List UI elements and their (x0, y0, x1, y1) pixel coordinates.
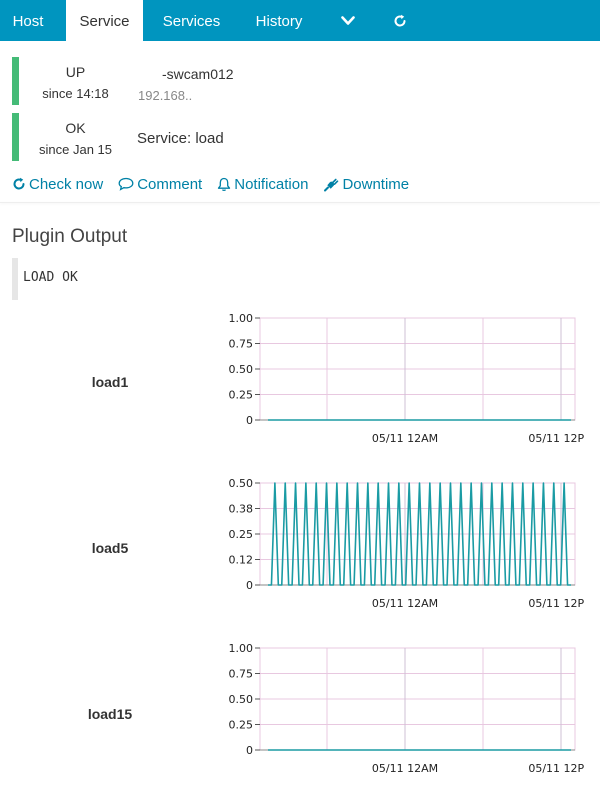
chart-load1: 0 0.25 0.50 0.75 1.00 05/11 12AM 05/11 12PM (229, 312, 586, 445)
downtime-label: Downtime (342, 175, 410, 193)
service-name: Service: load (137, 130, 224, 147)
downtime-link[interactable]: Downtime (323, 176, 409, 193)
x-tick-label: 05/11 12PM (528, 597, 585, 610)
tab-host[interactable]: Host (0, 0, 56, 41)
x-tick-label: 05/11 12PM (528, 762, 585, 775)
perfdata-label-load5: load5 (91, 540, 129, 556)
comment-icon (118, 177, 134, 191)
y-tick-label: 1.00 (229, 642, 254, 655)
perfdata-label-load1: load1 (91, 374, 129, 390)
chevron-down-icon[interactable] (334, 0, 362, 41)
x-tick-label: 05/11 12AM (372, 432, 438, 445)
y-tick-label: 1.00 (229, 312, 254, 325)
comment-label: Comment (137, 175, 203, 193)
chart-load15: 0 0.25 0.50 0.75 1.00 05/11 12AM 05/11 12PM (229, 642, 586, 775)
service-state-cell: OK since Jan 15 (19, 113, 132, 157)
plug-icon (324, 178, 339, 191)
comment-link[interactable]: Comment (118, 176, 202, 193)
plugin-output-title: Plugin Output (12, 226, 128, 247)
service-state-since: since Jan 15 (39, 142, 112, 157)
host-state-cell: UP since 14:18 (19, 57, 132, 101)
service-state: OK (65, 120, 86, 136)
plugin-output-bar (12, 258, 18, 300)
y-tick-label: 0 (246, 579, 253, 592)
host-name: -swcam012 (162, 66, 234, 82)
y-tick-label: 0.75 (229, 668, 254, 681)
x-tick-label: 05/11 12PM (528, 432, 585, 445)
tab-history[interactable]: History (246, 0, 312, 41)
y-tick-label: 0.25 (229, 528, 254, 541)
service-state-indicator (12, 113, 19, 161)
service-actions: Check now Comment Notification Downtime (12, 174, 424, 194)
host-state-row[interactable]: UP since 14:18 -swcam012 192.168.. (12, 57, 600, 105)
bell-icon (218, 177, 231, 191)
x-tick-label: 05/11 12AM (372, 597, 438, 610)
notification-link[interactable]: Notification (217, 176, 308, 193)
host-address: 192.168.. (138, 88, 193, 103)
y-tick-label: 0 (246, 414, 253, 427)
top-nav: Host Service Services History (0, 0, 600, 41)
x-tick-label: 05/11 12AM (372, 762, 438, 775)
chart-load5: 0 0.12 0.25 0.38 0.50 05/11 12AM 05/11 12PM (229, 477, 586, 610)
host-state: UP (65, 64, 86, 80)
y-tick-label: 0.25 (229, 389, 254, 402)
tab-service[interactable]: Service (66, 0, 143, 41)
plugin-output-text: LOAD OK (23, 270, 78, 285)
service-state-row[interactable]: OK since Jan 15 Service: load (12, 113, 600, 161)
y-tick-label: 0.38 (229, 503, 254, 516)
y-tick-label: 0 (246, 744, 253, 757)
check-now-link[interactable]: Check now (12, 176, 103, 193)
refresh-icon (13, 177, 25, 190)
y-tick-label: 0.75 (229, 338, 254, 351)
refresh-icon[interactable] (386, 0, 414, 41)
section-divider (0, 202, 600, 203)
y-tick-label: 0.50 (229, 477, 254, 490)
check-now-label: Check now (29, 175, 104, 193)
y-tick-label: 0.12 (229, 554, 254, 567)
host-state-since: since 14:18 (42, 86, 109, 101)
y-tick-label: 0.50 (229, 363, 254, 376)
perfdata-label-load15: load15 (87, 706, 133, 722)
tab-services[interactable]: Services (153, 0, 230, 41)
notification-label: Notification (234, 175, 309, 193)
host-state-indicator (12, 57, 19, 105)
y-tick-label: 0.25 (229, 719, 254, 732)
y-tick-label: 0.50 (229, 693, 254, 706)
